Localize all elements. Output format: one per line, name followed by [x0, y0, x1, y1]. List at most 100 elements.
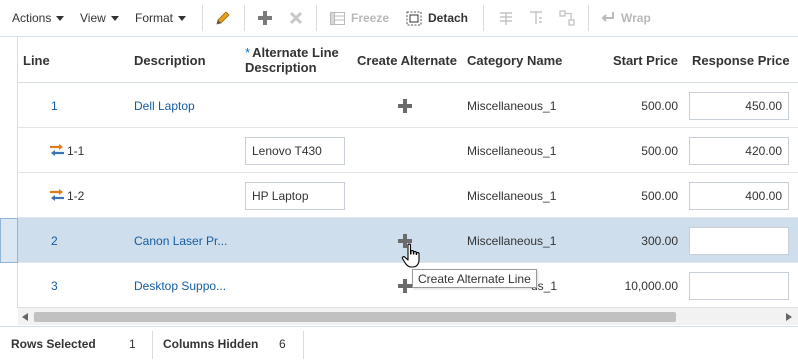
column-header-alternate-line1: Alternate Line: [252, 45, 339, 60]
category-name-cell: Miscellaneous_1: [467, 143, 557, 158]
tooltip: Create Alternate Line: [412, 269, 537, 288]
line-number-text: 1-1: [67, 143, 85, 158]
description-link[interactable]: Canon Laser Pr...: [134, 218, 227, 263]
required-indicator: *: [245, 45, 251, 60]
column-header-alternate-line-description[interactable]: * Alternate Line Description: [245, 37, 355, 83]
toolbar-divider: [316, 5, 317, 31]
rows-selected-status: Rows Selected: [11, 327, 96, 360]
column-header-line[interactable]: Line: [23, 37, 83, 83]
lines-table: Line Description * Alternate Line Descrip…: [0, 36, 798, 326]
edit-pencil-icon[interactable]: [214, 9, 232, 27]
response-price-input[interactable]: 450.00: [689, 92, 789, 120]
chevron-down-icon: [56, 16, 65, 21]
table-row[interactable]: 1 Dell Laptop Miscellaneous_1 500.00 450…: [0, 83, 798, 128]
status-divider: [303, 331, 304, 359]
tooltip-text: Create Alternate Line: [418, 271, 531, 286]
line-number-link[interactable]: 1: [51, 83, 58, 128]
toolbar: Actions View Format Freeze Detach Wrap: [0, 0, 798, 36]
freeze-button: Freeze: [330, 0, 389, 36]
actions-menu[interactable]: Actions: [12, 0, 65, 36]
hand-cursor-icon: [401, 243, 420, 268]
actions-menu-label: Actions: [12, 11, 52, 25]
start-price-cell: 500.00: [641, 98, 678, 113]
column-header-category-label: Category Name: [467, 52, 563, 68]
start-price-cell: 300.00: [641, 233, 678, 248]
row-gutter[interactable]: [0, 83, 18, 128]
scroll-left-arrow-icon[interactable]: [22, 313, 28, 321]
start-price-cell: 500.00: [641, 143, 678, 158]
status-divider: [152, 331, 153, 359]
category-name-cell: Miscellaneous_1: [467, 98, 557, 113]
detach-label: Detach: [428, 11, 469, 25]
column-header-line-label: Line: [23, 52, 50, 68]
move-top-icon: [530, 11, 542, 24]
status-bar: Rows Selected 1 Columns Hidden 6: [0, 326, 798, 360]
view-menu-label: View: [80, 11, 106, 25]
row-gutter[interactable]: [0, 263, 18, 308]
format-menu-label: Format: [135, 11, 174, 25]
alternate-description-input[interactable]: Lenovo T430: [245, 137, 345, 165]
response-price-input[interactable]: [689, 227, 789, 255]
start-price-cell: 10,000.00: [624, 278, 678, 293]
description-link[interactable]: Desktop Suppo...: [134, 263, 226, 308]
delete-x-icon: [289, 11, 303, 25]
column-header-start-price[interactable]: Start Price: [590, 37, 678, 83]
row-gutter[interactable]: [0, 128, 18, 173]
line-number-link[interactable]: 2: [51, 218, 58, 263]
move-bottom-icon: [500, 12, 512, 25]
table-row[interactable]: 3 Desktop Suppo... us_1 10,000.00: [0, 263, 798, 308]
create-alternate-add-icon[interactable]: [398, 99, 412, 113]
table-row-selected[interactable]: 2 Canon Laser Pr... Miscellaneous_1 300.…: [0, 218, 798, 263]
rows-selected-count: 1: [129, 337, 136, 351]
alternate-line-icon: [50, 144, 64, 156]
response-price-input[interactable]: 420.00: [689, 137, 789, 165]
column-header-alternate-line2: Description: [245, 60, 317, 75]
column-header-alternate-text: * Alternate Line Description: [245, 45, 339, 75]
column-header-response-price[interactable]: Response Price: [692, 37, 798, 83]
response-price-input[interactable]: 400.00: [689, 182, 789, 210]
view-menu[interactable]: View: [80, 0, 119, 36]
column-header-start-price-label: Start Price: [612, 52, 678, 68]
format-menu[interactable]: Format: [135, 0, 187, 36]
alternate-line-icon: [50, 189, 64, 201]
scroll-right-arrow-icon[interactable]: [786, 313, 792, 321]
freeze-label: Freeze: [351, 11, 390, 25]
toolbar-divider: [202, 5, 203, 31]
toolbar-divider: [483, 5, 484, 31]
column-header-response-price-label: Response Price: [692, 52, 790, 68]
response-price-input[interactable]: [689, 272, 789, 300]
category-name-cell: Miscellaneous_1: [467, 188, 557, 203]
toolbar-divider: [588, 5, 589, 31]
detach-button[interactable]: Detach: [406, 0, 468, 36]
columns-hidden-count: 6: [279, 337, 286, 351]
add-icon[interactable]: [256, 9, 274, 27]
line-number-link[interactable]: 3: [51, 263, 58, 308]
line-number-text: 1-2: [67, 188, 85, 203]
wrap-icon: [601, 12, 614, 22]
columns-hidden-label: Columns Hidden: [163, 337, 259, 351]
column-header-description[interactable]: Description: [134, 37, 234, 83]
freeze-icon: [330, 11, 345, 25]
toolbar-divider: [244, 5, 245, 31]
row-gutter[interactable]: [0, 173, 18, 218]
wrap-button: Wrap: [601, 0, 651, 36]
horizontal-scrollbar[interactable]: [18, 307, 798, 325]
create-alternate-add-icon[interactable]: [398, 279, 412, 293]
table-row[interactable]: 1-2 HP Laptop Miscellaneous_1 500.00 400…: [0, 173, 798, 218]
columns-hidden-status: Columns Hidden: [163, 327, 258, 360]
row-gutter-selected[interactable]: [0, 218, 18, 263]
column-header-description-label: Description: [134, 52, 206, 68]
hierarchy-icon: [559, 10, 575, 26]
wrap-label: Wrap: [621, 11, 651, 25]
alternate-description-input[interactable]: HP Laptop: [245, 182, 345, 210]
table-header: Line Description * Alternate Line Descrip…: [0, 37, 798, 83]
table-row[interactable]: 1-1 Lenovo T430 Miscellaneous_1 500.00 4…: [0, 128, 798, 173]
column-header-create-alternate-label: Create Alternate: [357, 52, 457, 68]
scrollbar-thumb[interactable]: [34, 312, 676, 322]
column-header-category-name[interactable]: Category Name: [467, 37, 577, 83]
description-link[interactable]: Dell Laptop: [134, 83, 195, 128]
chevron-down-icon: [178, 16, 187, 21]
chevron-down-icon: [110, 16, 119, 21]
column-header-create-alternate[interactable]: Create Alternate: [357, 37, 462, 83]
start-price-cell: 500.00: [641, 188, 678, 203]
